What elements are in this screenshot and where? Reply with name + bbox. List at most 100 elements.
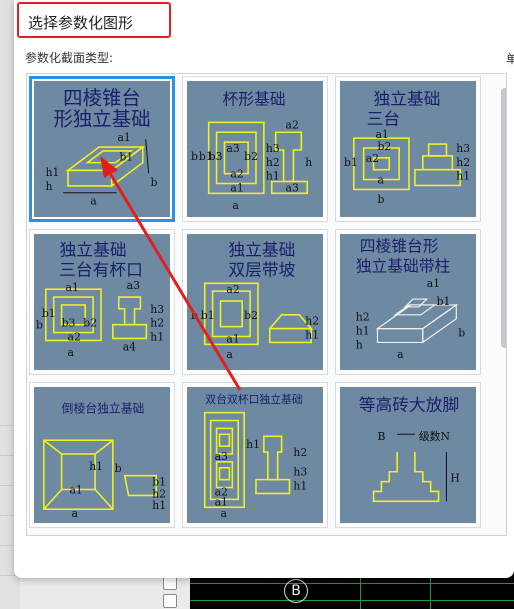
dim-label: 级数N <box>419 430 450 443</box>
dim-label: h1 <box>266 170 280 183</box>
dim-label: a3 <box>226 142 239 155</box>
shape-drawing: 四棱锥台形 独立基础带柱 a1 b1 h2 h1 h a b <box>356 237 465 361</box>
shape-drawing: 等高砖大放脚 B 级数N H <box>359 395 460 503</box>
shape-grid: 四棱锥台 形独立基础 a1 b1 h1 h a b 杯形基础 b b1 b3 a… <box>26 73 507 536</box>
shape-caption-1: 双台双杯口独立基础 <box>205 392 303 406</box>
shape-drawing: 双台双杯口独立基础 a3 a2 a1 a h1 h2 h3 h1 <box>203 392 307 520</box>
dim-label: b <box>151 176 158 189</box>
dim-label: h1 <box>456 170 470 183</box>
axis-bubble: B <box>284 579 308 603</box>
dim-label: a1 <box>66 281 79 294</box>
dim-label: h3 <box>293 466 307 479</box>
vertical-scrollbar[interactable] <box>501 88 506 348</box>
dim-label: h <box>46 180 53 193</box>
dim-label: h1 <box>305 328 319 341</box>
dim-label: a2 <box>286 118 299 131</box>
shape-caption-2: 双层带坡 <box>228 259 295 279</box>
shape-preview: 独立基础 三台 a1 b2 a2 b1 a h3 h2 h1 b <box>340 81 476 217</box>
shape-caption-1: 四棱锥台 <box>63 86 141 109</box>
shape-drawing: 倒棱台独立基础 h1 b a1 a b1 h2 h1 <box>43 402 166 520</box>
dim-label: a3 <box>127 279 140 292</box>
dim-label: a1 <box>69 483 82 496</box>
dim-label: b2 <box>83 317 97 330</box>
dim-label: h3 <box>266 142 280 155</box>
dim-label: h1 <box>89 460 103 473</box>
dim-label: a <box>68 346 75 359</box>
dim-label: a1 <box>230 181 243 194</box>
dim-label: h1 <box>356 325 370 338</box>
dim-label: b2 <box>244 309 258 322</box>
shape-tile-6[interactable]: 四棱锥台形 独立基础带柱 a1 b1 h2 h1 h a b <box>335 229 481 375</box>
dim-label: a <box>226 348 233 361</box>
dialog-title: 选择参数化图形 <box>28 14 134 32</box>
dim-label: b <box>115 462 122 475</box>
shape-tile-8[interactable]: 双台双杯口独立基础 a3 a2 a1 a h1 h2 h3 h1 <box>182 382 328 528</box>
section-type-label: 参数化截面类型: <box>25 51 114 65</box>
shape-tile-1[interactable]: 四棱锥台 形独立基础 a1 b1 h1 h a b <box>29 76 175 222</box>
dim-label: h2 <box>456 156 470 169</box>
right-panel-label: 单 <box>506 52 514 66</box>
dim-label: b1 <box>344 156 358 169</box>
host-checkbox[interactable] <box>163 576 177 590</box>
cad-grid-line <box>190 583 514 584</box>
shape-preview: 四棱锥台形 独立基础带柱 a1 b1 h2 h1 h a b <box>340 234 476 370</box>
shape-drawing: 独立基础 双层带坡 a2 b1 b b2 a1 a h2 h1 <box>191 240 319 361</box>
dim-label: h3 <box>150 303 164 316</box>
dim-label: h1 <box>152 499 166 512</box>
dim-label: b1 <box>437 295 451 308</box>
shape-drawing: 四棱锥台 形独立基础 a1 b1 h1 h a b <box>46 86 158 207</box>
dim-label: h1 <box>246 438 260 451</box>
dim-label: h <box>305 156 312 169</box>
shape-preview: 杯形基础 b b1 b3 a3 b2 a2 a1 h3 h2 h1 a2 h a… <box>187 81 323 217</box>
shape-drawing: 独立基础 三台有杯口 a3 a1 b b1 b3 b2 a2 a h3 h2 h… <box>36 240 164 360</box>
shape-caption-1: 倒棱台独立基础 <box>62 402 145 416</box>
dim-label: a <box>221 507 228 520</box>
dim-label: b <box>191 309 198 322</box>
shape-tile-9[interactable]: 等高砖大放脚 B 级数N H <box>335 382 481 528</box>
dim-label: b <box>191 150 198 163</box>
shape-caption-1: 独立基础 <box>228 240 295 260</box>
dim-label: b2 <box>244 150 258 163</box>
cad-grid-line <box>360 578 361 609</box>
cad-grid-line <box>430 578 431 609</box>
shape-preview: 倒棱台独立基础 h1 b a1 a b1 h2 h1 <box>34 387 170 523</box>
dim-label: H <box>450 472 459 485</box>
shape-caption-1: 杯形基础 <box>223 90 286 109</box>
dim-label: a <box>71 507 78 520</box>
dim-label: a1 <box>226 332 239 345</box>
shape-preview: 四棱锥台 形独立基础 a1 b1 h1 h a b <box>34 81 170 217</box>
shape-drawing: 杯形基础 b b1 b3 a3 b2 a2 a1 h3 h2 h1 a2 h a… <box>191 90 312 212</box>
dim-label: a <box>232 199 239 212</box>
shape-caption-1: 等高砖大放脚 <box>359 395 460 415</box>
shape-tile-3[interactable]: 独立基础 三台 a1 b2 a2 b1 a h3 h2 h1 b <box>335 76 481 222</box>
shape-tile-5[interactable]: 独立基础 双层带坡 a2 b1 b b2 a1 a h2 h1 <box>182 229 328 375</box>
dim-label: a4 <box>123 340 136 353</box>
shape-tile-2[interactable]: 杯形基础 b b1 b3 a3 b2 a2 a1 h3 h2 h1 a2 h a… <box>182 76 328 222</box>
dim-label: b2 <box>377 140 391 153</box>
dim-label: h3 <box>456 142 470 155</box>
cad-grid-line <box>190 600 514 601</box>
shape-caption-2: 独立基础带柱 <box>356 256 451 275</box>
dim-label: b <box>36 319 43 332</box>
shape-caption-2: 三台有杯口 <box>59 259 143 279</box>
parametric-shape-dialog: 选择参数化图形 单 参数化截面类型: 四棱锥台 形独立基础 a1 b1 h1 h… <box>14 0 514 578</box>
dim-label: a2 <box>366 152 379 165</box>
shape-preview: 独立基础 双层带坡 a2 b1 b b2 a1 a h2 h1 <box>187 234 323 370</box>
dim-label: B <box>377 430 385 443</box>
dim-label: b3 <box>209 150 223 163</box>
dim-label: a <box>397 348 404 361</box>
shape-tile-7[interactable]: 倒棱台独立基础 h1 b a1 a b1 h2 h1 <box>29 382 175 528</box>
shape-caption-2: 三台 <box>367 108 401 128</box>
shape-caption-1: 独立基础 <box>374 89 441 109</box>
dim-label: b1 <box>119 151 133 164</box>
dim-label: a2 <box>230 168 243 181</box>
dim-label: h2 <box>266 156 280 169</box>
dim-label: h1 <box>150 330 164 343</box>
shape-preview: 双台双杯口独立基础 a3 a2 a1 a h1 h2 h3 h1 <box>187 387 323 523</box>
dim-label: h2 <box>293 446 307 459</box>
dim-label: h1 <box>46 166 60 179</box>
dim-label: a2 <box>68 330 81 343</box>
host-checkbox[interactable] <box>163 594 177 608</box>
dim-label: a3 <box>286 181 299 194</box>
shape-tile-4[interactable]: 独立基础 三台有杯口 a3 a1 b b1 b3 b2 a2 a h3 h2 h… <box>29 229 175 375</box>
